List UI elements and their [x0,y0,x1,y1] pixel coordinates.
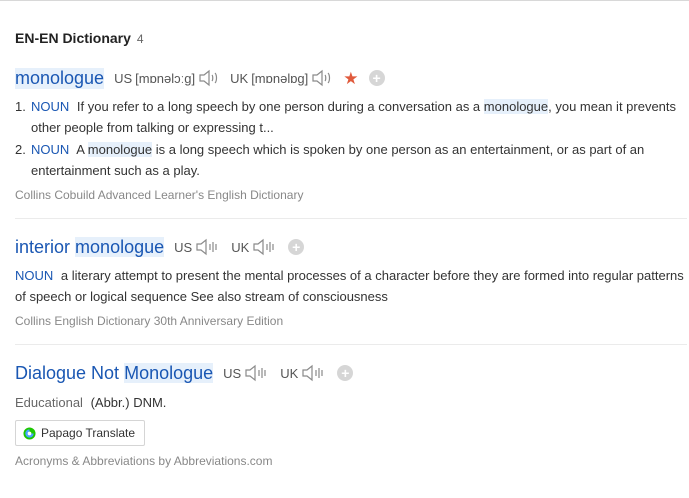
entry-dialogue-not-monologue: Dialogue Not Monologue US UK + Education… [15,360,687,413]
dictionary-source[interactable]: Collins English Dictionary 30th Annivers… [15,314,687,328]
part-of-speech: NOUN [31,99,70,114]
speaker-icon[interactable] [244,364,270,382]
definition-item: 1. NOUN If you refer to a long speech by… [15,99,677,135]
dictionary-source[interactable]: Acronyms & Abbreviations by Abbreviation… [15,454,272,468]
part-of-speech: NOUN [15,268,54,283]
definition-item: Educational (Abbr.) DNM. [15,395,167,410]
headword[interactable]: interior monologue [15,236,165,258]
us-pronunciation: US [mɒnəlɔːɡ] [114,69,220,87]
definition-item: 2. NOUN A monologue is a long speech whi… [15,142,645,178]
us-pronunciation: US [174,238,221,256]
us-pronunciation: US [223,364,270,382]
speaker-icon[interactable] [301,364,327,382]
speaker-icon[interactable] [252,238,278,256]
result-count: 4 [136,32,144,46]
uk-pronunciation: UK [280,364,327,382]
entry-divider [15,344,687,345]
plus-icon[interactable]: + [368,70,385,86]
part-of-speech: NOUN [31,142,70,157]
entry-header: monologue US [mɒnəlɔːɡ] UK [mɒnəlɒɡ] ★ + [15,65,687,91]
definition-list: 1. NOUN If you refer to a long speech by… [15,96,687,181]
uk-pronunciation: UK [mɒnəlɒɡ] [230,69,333,87]
entry-monologue: monologue US [mɒnəlɔːɡ] UK [mɒnəlɒɡ] ★ +… [15,65,687,202]
definition-item: NOUN a literary attempt to present the m… [15,268,684,304]
plus-icon[interactable]: + [288,239,305,255]
uk-pronunciation: UK [231,238,278,256]
papago-icon [23,426,36,440]
entry-header: interior monologue US UK + [15,234,687,260]
speaker-icon[interactable] [195,238,221,256]
entry-divider [15,218,687,219]
dictionary-source[interactable]: Collins Cobuild Advanced Learner's Engli… [15,188,687,202]
plus-icon[interactable]: + [337,365,354,381]
speaker-icon[interactable] [198,69,220,87]
category-label: Educational [15,395,83,410]
star-icon[interactable]: ★ [343,70,358,87]
headword[interactable]: Dialogue Not Monologue [15,362,214,384]
papago-translate-button[interactable]: Papago Translate [15,420,145,446]
top-divider [0,0,689,1]
speaker-icon[interactable] [311,69,333,87]
headword[interactable]: monologue [15,67,105,89]
entry-header: Dialogue Not Monologue US UK + [15,360,687,386]
section-title: EN-EN Dictionary 4 [15,30,144,46]
entry-interior-monologue: interior monologue US UK + NOUN a litera… [15,234,687,328]
